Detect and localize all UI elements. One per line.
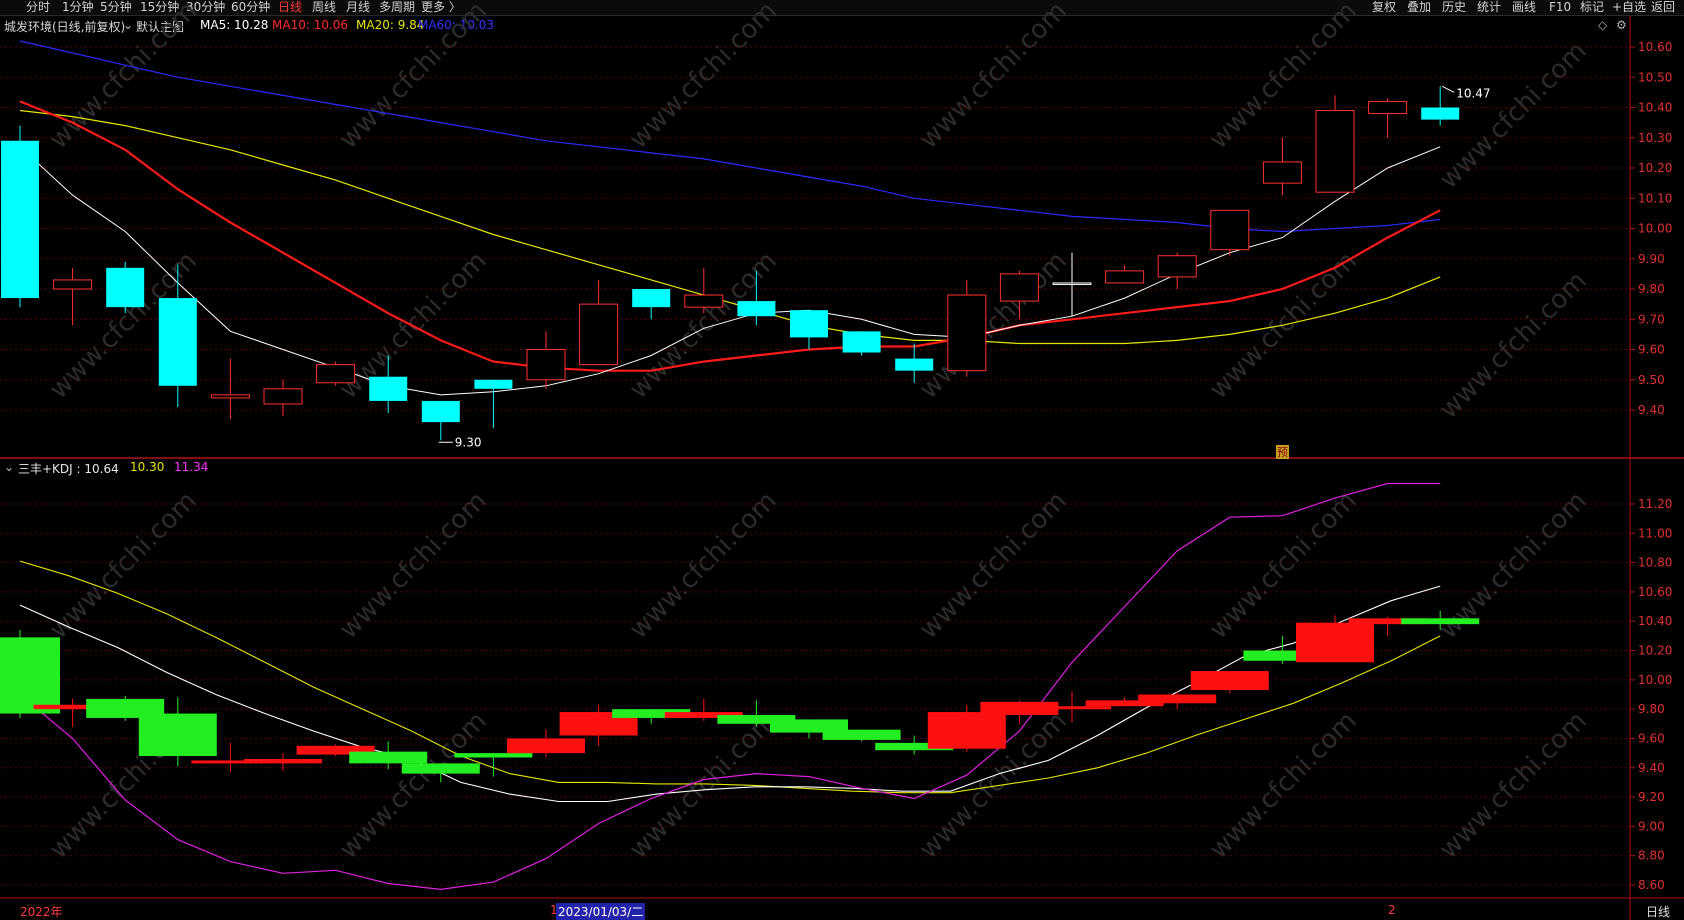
sub-tick-label: 11.20 <box>1638 497 1672 511</box>
main-tick-label: 9.60 <box>1638 343 1665 357</box>
candle-body <box>1157 255 1197 278</box>
indicator-block <box>1138 694 1217 704</box>
indicator-block <box>1190 671 1269 691</box>
candle-body <box>526 349 566 381</box>
watermark-text: www.cfchi.com <box>914 486 1073 645</box>
main-tick-label: 9.90 <box>1638 252 1665 266</box>
candle-body <box>1052 282 1092 285</box>
candle-body <box>158 298 197 386</box>
indicator-block <box>1401 618 1480 625</box>
sub-tick-label: 9.00 <box>1638 819 1665 833</box>
indicator-block <box>1296 622 1374 663</box>
indicator-block <box>349 751 428 764</box>
candle-body <box>1421 107 1460 120</box>
main-tick-label: 9.40 <box>1638 403 1665 417</box>
watermark-text: www.cfchi.com <box>334 706 493 865</box>
indicator-block <box>401 763 480 774</box>
watermark-text: www.cfchi.com <box>914 246 1073 405</box>
sub-tick-label: 10.00 <box>1638 673 1672 687</box>
candle-body <box>1105 270 1145 284</box>
main-tick-label: 10.10 <box>1638 191 1672 205</box>
candle-body <box>1315 110 1355 193</box>
indicator-block <box>454 753 533 758</box>
indicator-block <box>927 712 1006 749</box>
stock-chart[interactable]: www.cfchi.com www.cfchi.com www.cfchi.com w… <box>0 0 1684 920</box>
candle-body <box>1 140 39 299</box>
sub-tick-label: 10.80 <box>1638 556 1672 570</box>
sub-tick-label: 10.40 <box>1638 614 1672 628</box>
sub-tick-label: 8.80 <box>1638 849 1665 863</box>
candle-body <box>947 294 987 372</box>
low-annotation-label: 9.30 <box>455 435 482 449</box>
candle-body <box>316 364 356 384</box>
main-tick-label: 10.20 <box>1638 161 1672 175</box>
watermark-text: www.cfchi.com <box>1434 266 1593 425</box>
watermark-text: www.cfchi.com <box>1434 706 1593 865</box>
date-year-label: 2022年 <box>20 905 63 919</box>
candle-body <box>421 400 460 423</box>
high-annotation-label: 10.47 <box>1456 86 1490 100</box>
sub-tick-label: 11.00 <box>1638 526 1672 540</box>
candle-body <box>474 379 513 389</box>
candle-body <box>1368 100 1408 115</box>
candle-body <box>737 301 776 317</box>
high-annotation-arrow <box>1441 85 1455 93</box>
sub-tick-label: 9.60 <box>1638 731 1665 745</box>
indicator-block <box>1033 706 1111 710</box>
period-label[interactable]: 日线 <box>1646 903 1670 920</box>
main-tick-label: 10.00 <box>1638 222 1672 236</box>
sub-tick-label: 10.60 <box>1638 585 1672 599</box>
candle-body <box>684 294 724 308</box>
candle-body <box>106 267 145 308</box>
candle-body <box>842 331 881 353</box>
watermark-text: www.cfchi.com <box>914 0 1073 155</box>
watermark-text: www.cfchi.com <box>334 486 493 645</box>
main-tick-label: 10.40 <box>1638 101 1672 115</box>
sub-tick-label: 9.20 <box>1638 790 1665 804</box>
indicator-block <box>507 738 585 754</box>
sub-tick-label: 10.20 <box>1638 644 1672 658</box>
indicator-block <box>138 713 217 757</box>
main-tick-label: 9.70 <box>1638 312 1665 326</box>
main-tick-label: 10.60 <box>1638 40 1672 54</box>
candle-body <box>632 289 671 308</box>
indicator-block <box>244 758 322 764</box>
candle-body <box>53 279 93 290</box>
crosshair-date-label: 2023/01/03/二 <box>556 903 646 920</box>
indicator-block <box>822 729 901 740</box>
forecast-flag-label: 预 <box>1277 446 1288 459</box>
candle-body <box>999 273 1039 302</box>
candle-body <box>210 394 250 399</box>
sub-tick-label: 9.40 <box>1638 761 1665 775</box>
candle-body <box>1262 161 1302 184</box>
main-tick-label: 10.30 <box>1638 131 1672 145</box>
marker-right-label: 2 <box>1388 903 1396 917</box>
candle-body <box>263 388 303 405</box>
watermark-text: www.cfchi.com <box>44 486 203 645</box>
candle-body <box>895 358 934 371</box>
watermark-text: www.cfchi.com <box>624 486 783 645</box>
watermark-text: www.cfchi.com <box>334 0 493 155</box>
sub-tick-label: 8.60 <box>1638 878 1665 892</box>
sub-tick-label: 9.80 <box>1638 702 1665 716</box>
watermark-text: www.cfchi.com <box>1204 486 1363 645</box>
watermark-text: www.cfchi.com <box>624 246 783 405</box>
watermark-text: www.cfchi.com <box>624 0 783 155</box>
main-tick-label: 9.80 <box>1638 282 1665 296</box>
watermark-text: www.cfchi.com <box>1204 706 1363 865</box>
main-tick-label: 10.50 <box>1638 70 1672 84</box>
main-tick-label: 9.50 <box>1638 373 1665 387</box>
candle-body <box>790 310 828 338</box>
candle-body <box>1210 209 1250 251</box>
indicator-block <box>0 637 60 714</box>
candle-body <box>369 376 408 401</box>
candle-body <box>579 303 619 366</box>
